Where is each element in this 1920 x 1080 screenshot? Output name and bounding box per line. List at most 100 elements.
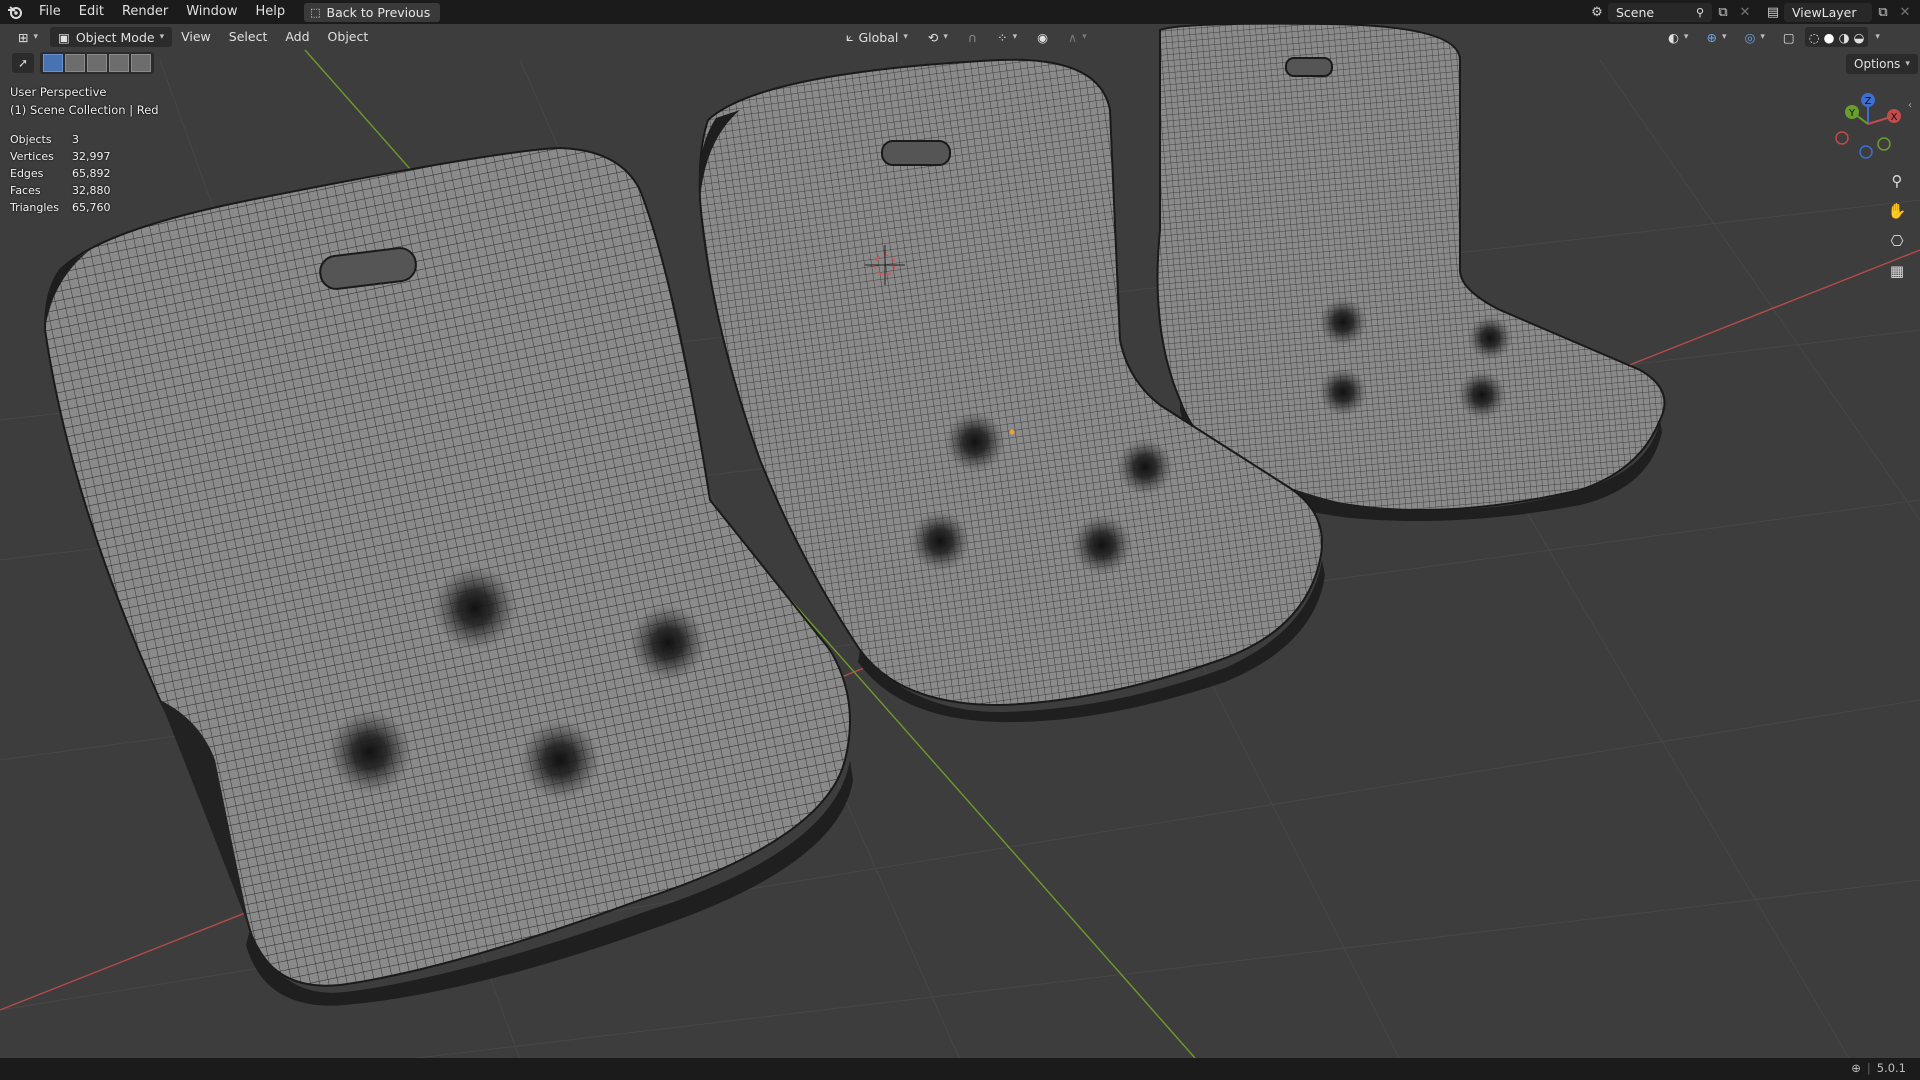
solid-shading-icon[interactable]: ● [1824, 30, 1835, 45]
stat-value: 32,880 [72, 184, 111, 197]
back-to-previous-label: Back to Previous [326, 4, 431, 20]
stat-label: Faces [10, 184, 41, 197]
menu-object[interactable]: Object [319, 24, 378, 50]
proportional-edit-toggle[interactable]: ◉ [1029, 27, 1056, 47]
wireframe-shading-icon[interactable]: ◌ [1809, 30, 1820, 45]
eye-icon: ◐ [1668, 29, 1679, 45]
mode-dropdown[interactable]: ▣ Object Mode ▾ [50, 27, 173, 47]
zoom-icon[interactable]: ⚲ [1884, 168, 1910, 194]
orientation-label: Global [858, 29, 899, 45]
menu-window[interactable]: Window [177, 0, 246, 24]
menu-view[interactable]: View [172, 24, 220, 50]
stat-value: 3 [72, 133, 79, 146]
snap-grid-icon: ⁘ [997, 29, 1008, 45]
gizmo-icon: ⊕ [1706, 29, 1717, 45]
xray-toggle[interactable]: ▢ [1775, 27, 1803, 47]
menu-add[interactable]: Add [276, 24, 318, 50]
stat-label: Vertices [10, 150, 54, 163]
pin-icon[interactable]: ⚲ [1696, 6, 1704, 19]
new-scene-icon[interactable]: ⧉ [1712, 3, 1734, 22]
back-icon: ⬚ [310, 5, 321, 19]
gizmo-neg-x[interactable] [1835, 131, 1849, 145]
viewlayer-type-icon[interactable]: ▤ [1762, 3, 1784, 22]
object-origin [1009, 429, 1015, 435]
menu-select[interactable]: Select [220, 24, 277, 50]
viewlayer-name-field[interactable]: ViewLayer [1784, 2, 1872, 22]
viewlayer-selector: ▤ ViewLayer ⧉ ✕ [1762, 0, 1916, 24]
menu-help[interactable]: Help [247, 0, 295, 24]
select-subtract-icon[interactable] [87, 54, 107, 72]
cursor-arrow-icon: ➚ [17, 56, 29, 70]
chevron-down-icon: ▾ [159, 32, 165, 42]
viewport-display-controls: ◐ ▾ ⊕ ▾ ◎ ▾ ▢ ◌ ● ◑ ◒ ▾ [1660, 27, 1880, 47]
tool-settings-row: ➚ [12, 52, 154, 74]
view-perspective-label: User Perspective [10, 85, 107, 99]
menu-edit[interactable]: Edit [70, 0, 113, 24]
delete-scene-icon[interactable]: ✕ [1734, 3, 1756, 22]
options-label: Options [1854, 57, 1901, 71]
stat-label: Objects [10, 133, 52, 146]
sidebar-toggle-icon[interactable]: ‹ [1908, 100, 1912, 111]
select-tool-button[interactable]: ➚ [12, 53, 34, 73]
gizmo-x-label: X [1891, 112, 1898, 123]
stats-row: Objects 3 [10, 131, 111, 148]
stat-label: Edges [10, 167, 44, 180]
pivot-dropdown[interactable]: ⟲ ▾ [920, 27, 956, 47]
orientation-icon: ⟀ [846, 29, 854, 44]
select-new-icon[interactable] [43, 54, 63, 72]
stats-row: Triangles 65,760 [10, 199, 111, 216]
menu-render[interactable]: Render [113, 0, 177, 24]
viewport-3d[interactable] [0, 0, 1920, 1080]
seat-mesh-right[interactable] [1156, 22, 1666, 522]
gizmo-y-label: Y [1848, 108, 1856, 119]
orientation-dropdown[interactable]: ⟀ Global ▾ [838, 27, 916, 47]
gizmo-neg-z[interactable] [1859, 145, 1873, 159]
gizmo-neg-y[interactable] [1877, 137, 1891, 151]
navigation-gizmo[interactable]: Z X Y [1826, 88, 1916, 168]
stat-value: 32,997 [72, 150, 111, 163]
scene-statistics: Objects 3 Vertices 32,997 Edges 65,892 Face… [10, 131, 111, 216]
options-dropdown[interactable]: Options ▾ [1846, 54, 1918, 74]
overlays-icon: ◎ [1744, 29, 1756, 45]
pan-hand-icon[interactable]: ✋ [1884, 198, 1910, 224]
select-invert-icon[interactable] [109, 54, 129, 72]
falloff-icon: ∧ [1068, 29, 1078, 45]
editor-type-button[interactable]: ⊞ ▾ [10, 27, 46, 47]
shading-options-icon[interactable]: ▾ [1875, 32, 1880, 42]
magnet-icon: ∩ [967, 29, 978, 45]
active-collection-label: (1) Scene Collection | Red [10, 103, 159, 117]
scene-name-field[interactable]: Scene ⚲ [1608, 2, 1712, 22]
select-extend-icon[interactable] [65, 54, 85, 72]
new-viewlayer-icon[interactable]: ⧉ [1872, 3, 1894, 22]
version-info: ⊕ | 5.0.1 [1851, 1061, 1906, 1075]
selection-mode-group [40, 52, 154, 74]
stats-row: Edges 65,892 [10, 165, 111, 182]
overlays-toggle[interactable]: ◎ ▾ [1736, 27, 1772, 47]
scene-selector: ⚙ Scene ⚲ ⧉ ✕ [1586, 0, 1756, 24]
visibility-dropdown[interactable]: ◐ ▾ [1660, 27, 1696, 47]
delete-viewlayer-icon[interactable]: ✕ [1894, 3, 1916, 22]
blender-logo-icon[interactable] [0, 0, 30, 24]
mode-label: Object Mode [75, 29, 155, 45]
editor-type-icon: ⊞ [18, 29, 29, 45]
menu-file[interactable]: File [30, 0, 70, 24]
falloff-dropdown[interactable]: ∧ ▾ [1060, 27, 1095, 47]
xray-icon: ▢ [1782, 29, 1795, 45]
viewlayer-name: ViewLayer [1792, 4, 1857, 20]
snap-target-dropdown[interactable]: ⁘ ▾ [989, 27, 1025, 47]
stats-row: Faces 32,880 [10, 182, 111, 199]
rendered-shading-icon[interactable]: ◒ [1854, 30, 1865, 45]
back-to-previous-button[interactable]: ⬚ Back to Previous [304, 2, 441, 22]
select-intersect-icon[interactable] [131, 54, 151, 72]
stats-row: Vertices 32,997 [10, 148, 111, 165]
status-bar: ⊕ | 5.0.1 [0, 1058, 1920, 1080]
viewport-header: ⊞ ▾ ▣ Object Mode ▾ View Select Add Objec… [0, 24, 1920, 50]
snap-toggle[interactable]: ∩ [960, 27, 985, 47]
pivot-icon: ⟲ [927, 29, 939, 45]
gizmo-toggle[interactable]: ⊕ ▾ [1698, 27, 1734, 47]
material-shading-icon[interactable]: ◑ [1839, 30, 1850, 45]
scene-type-icon[interactable]: ⚙ [1586, 3, 1608, 22]
transform-controls: ⟀ Global ▾ ⟲ ▾ ∩ ⁘ ▾ ◉ ∧ ▾ [838, 27, 1095, 47]
camera-view-icon[interactable]: ⎔ [1884, 228, 1910, 254]
perspective-toggle-icon[interactable]: ▦ [1884, 258, 1910, 284]
